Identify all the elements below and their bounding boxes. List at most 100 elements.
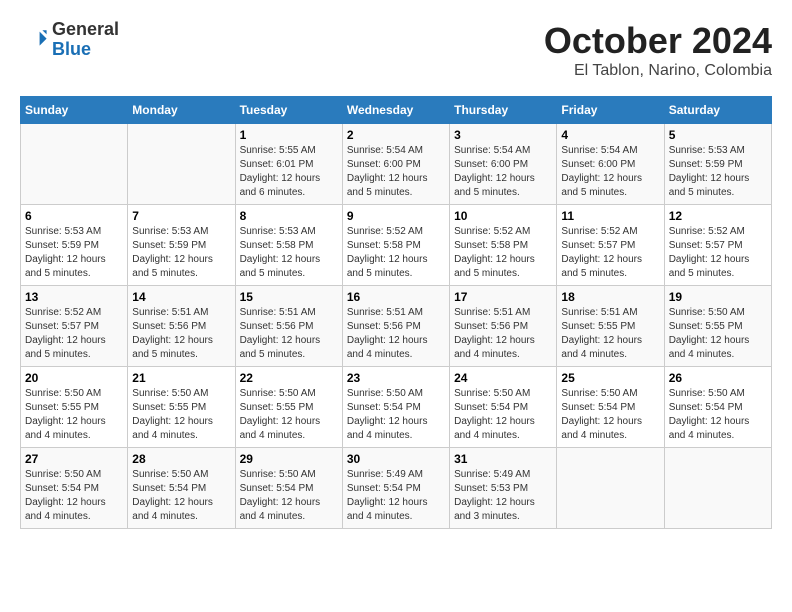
calendar-week-5: 27 Sunrise: 5:50 AM Sunset: 5:54 PM Dayli… xyxy=(21,448,772,529)
day-number: 17 xyxy=(454,290,552,304)
day-info: Sunrise: 5:55 AM Sunset: 6:01 PM Dayligh… xyxy=(240,144,338,200)
calendar-cell: 26 Sunrise: 5:50 AM Sunset: 5:54 PM Dayli… xyxy=(664,367,771,448)
calendar-cell: 20 Sunrise: 5:50 AM Sunset: 5:55 PM Dayli… xyxy=(21,367,128,448)
calendar-cell: 11Sunrise: 5:52 AM Sunset: 5:57 PM Dayli… xyxy=(557,205,664,286)
calendar-table: SundayMondayTuesdayWednesdayThursdayFrid… xyxy=(20,96,772,529)
page-header: General Blue October 2024 El Tablon, Nar… xyxy=(20,20,772,80)
calendar-week-2: 6 Sunrise: 5:53 AM Sunset: 5:59 PM Daylig… xyxy=(21,205,772,286)
calendar-cell: 3Sunrise: 5:54 AM Sunset: 6:00 PM Daylig… xyxy=(450,124,557,205)
day-info: Sunrise: 5:51 AM Sunset: 5:56 PM Dayligh… xyxy=(454,306,552,362)
day-number: 19 xyxy=(669,290,767,304)
day-header-wednesday: Wednesday xyxy=(342,97,449,124)
calendar-cell: 31Sunrise: 5:49 AM Sunset: 5:53 PM Dayli… xyxy=(450,448,557,529)
logo-text: General Blue xyxy=(52,20,119,60)
day-info: Sunrise: 5:51 AM Sunset: 5:56 PM Dayligh… xyxy=(347,306,445,362)
day-number: 9 xyxy=(347,209,445,223)
calendar-cell: 21Sunrise: 5:50 AM Sunset: 5:55 PM Dayli… xyxy=(128,367,235,448)
day-number: 15 xyxy=(240,290,338,304)
day-info: Sunrise: 5:54 AM Sunset: 6:00 PM Dayligh… xyxy=(454,144,552,200)
logo-blue: Blue xyxy=(52,40,119,60)
day-number: 23 xyxy=(347,371,445,385)
day-number: 27 xyxy=(25,452,123,466)
day-info: Sunrise: 5:51 AM Sunset: 5:56 PM Dayligh… xyxy=(240,306,338,362)
day-number: 8 xyxy=(240,209,338,223)
day-info: Sunrise: 5:50 AM Sunset: 5:54 PM Dayligh… xyxy=(454,387,552,443)
day-number: 21 xyxy=(132,371,230,385)
day-number: 2 xyxy=(347,128,445,142)
calendar-cell: 23 Sunrise: 5:50 AM Sunset: 5:54 PM Dayli… xyxy=(342,367,449,448)
day-info: Sunrise: 5:50 AM Sunset: 5:54 PM Dayligh… xyxy=(25,468,123,524)
day-info: Sunrise: 5:54 AM Sunset: 6:00 PM Dayligh… xyxy=(347,144,445,200)
calendar-cell: 10 Sunrise: 5:52 AM Sunset: 5:58 PM Dayli… xyxy=(450,205,557,286)
logo: General Blue xyxy=(20,20,119,60)
day-number: 22 xyxy=(240,371,338,385)
day-info: Sunrise: 5:52 AM Sunset: 5:57 PM Dayligh… xyxy=(25,306,123,362)
day-info: Sunrise: 5:50 AM Sunset: 5:55 PM Dayligh… xyxy=(669,306,767,362)
day-number: 24 xyxy=(454,371,552,385)
day-header-sunday: Sunday xyxy=(21,97,128,124)
day-header-tuesday: Tuesday xyxy=(235,97,342,124)
day-header-thursday: Thursday xyxy=(450,97,557,124)
day-number: 12 xyxy=(669,209,767,223)
day-info: Sunrise: 5:49 AM Sunset: 5:53 PM Dayligh… xyxy=(454,468,552,524)
calendar-week-4: 20 Sunrise: 5:50 AM Sunset: 5:55 PM Dayli… xyxy=(21,367,772,448)
day-info: Sunrise: 5:53 AM Sunset: 5:59 PM Dayligh… xyxy=(669,144,767,200)
day-info: Sunrise: 5:53 AM Sunset: 5:59 PM Dayligh… xyxy=(25,225,123,281)
calendar-cell: 22 Sunrise: 5:50 AM Sunset: 5:55 PM Dayli… xyxy=(235,367,342,448)
header-row: SundayMondayTuesdayWednesdayThursdayFrid… xyxy=(21,97,772,124)
calendar-cell: 25Sunrise: 5:50 AM Sunset: 5:54 PM Dayli… xyxy=(557,367,664,448)
calendar-cell: 13 Sunrise: 5:52 AM Sunset: 5:57 PM Dayli… xyxy=(21,286,128,367)
calendar-cell xyxy=(664,448,771,529)
calendar-cell: 8Sunrise: 5:53 AM Sunset: 5:58 PM Daylig… xyxy=(235,205,342,286)
day-number: 20 xyxy=(25,371,123,385)
day-number: 10 xyxy=(454,209,552,223)
calendar-cell xyxy=(128,124,235,205)
day-number: 25 xyxy=(561,371,659,385)
day-number: 16 xyxy=(347,290,445,304)
location: El Tablon, Narino, Colombia xyxy=(544,62,772,80)
day-info: Sunrise: 5:49 AM Sunset: 5:54 PM Dayligh… xyxy=(347,468,445,524)
day-header-friday: Friday xyxy=(557,97,664,124)
calendar-cell: 7 Sunrise: 5:53 AM Sunset: 5:59 PM Daylig… xyxy=(128,205,235,286)
day-number: 7 xyxy=(132,209,230,223)
day-header-saturday: Saturday xyxy=(664,97,771,124)
calendar-cell: 5 Sunrise: 5:53 AM Sunset: 5:59 PM Daylig… xyxy=(664,124,771,205)
day-number: 5 xyxy=(669,128,767,142)
calendar-cell: 9 Sunrise: 5:52 AM Sunset: 5:58 PM Daylig… xyxy=(342,205,449,286)
day-info: Sunrise: 5:52 AM Sunset: 5:58 PM Dayligh… xyxy=(454,225,552,281)
title-block: October 2024 El Tablon, Narino, Colombia xyxy=(544,20,772,80)
calendar-cell: 17 Sunrise: 5:51 AM Sunset: 5:56 PM Dayli… xyxy=(450,286,557,367)
calendar-cell: 12 Sunrise: 5:52 AM Sunset: 5:57 PM Dayli… xyxy=(664,205,771,286)
calendar-cell: 30 Sunrise: 5:49 AM Sunset: 5:54 PM Dayli… xyxy=(342,448,449,529)
calendar-week-1: 1 Sunrise: 5:55 AM Sunset: 6:01 PM Daylig… xyxy=(21,124,772,205)
calendar-cell: 2 Sunrise: 5:54 AM Sunset: 6:00 PM Daylig… xyxy=(342,124,449,205)
day-info: Sunrise: 5:50 AM Sunset: 5:55 PM Dayligh… xyxy=(240,387,338,443)
day-info: Sunrise: 5:50 AM Sunset: 5:54 PM Dayligh… xyxy=(132,468,230,524)
day-number: 4 xyxy=(561,128,659,142)
day-info: Sunrise: 5:54 AM Sunset: 6:00 PM Dayligh… xyxy=(561,144,659,200)
calendar-cell xyxy=(21,124,128,205)
calendar-cell: 15 Sunrise: 5:51 AM Sunset: 5:56 PM Dayli… xyxy=(235,286,342,367)
day-number: 30 xyxy=(347,452,445,466)
day-info: Sunrise: 5:53 AM Sunset: 5:59 PM Dayligh… xyxy=(132,225,230,281)
day-number: 13 xyxy=(25,290,123,304)
day-number: 6 xyxy=(25,209,123,223)
calendar-cell: 27 Sunrise: 5:50 AM Sunset: 5:54 PM Dayli… xyxy=(21,448,128,529)
calendar-cell: 29Sunrise: 5:50 AM Sunset: 5:54 PM Dayli… xyxy=(235,448,342,529)
day-info: Sunrise: 5:51 AM Sunset: 5:55 PM Dayligh… xyxy=(561,306,659,362)
day-info: Sunrise: 5:50 AM Sunset: 5:55 PM Dayligh… xyxy=(25,387,123,443)
day-info: Sunrise: 5:50 AM Sunset: 5:54 PM Dayligh… xyxy=(347,387,445,443)
day-info: Sunrise: 5:52 AM Sunset: 5:57 PM Dayligh… xyxy=(561,225,659,281)
day-info: Sunrise: 5:52 AM Sunset: 5:58 PM Dayligh… xyxy=(347,225,445,281)
day-info: Sunrise: 5:50 AM Sunset: 5:54 PM Dayligh… xyxy=(669,387,767,443)
day-number: 1 xyxy=(240,128,338,142)
day-info: Sunrise: 5:52 AM Sunset: 5:57 PM Dayligh… xyxy=(669,225,767,281)
calendar-cell: 18 Sunrise: 5:51 AM Sunset: 5:55 PM Dayli… xyxy=(557,286,664,367)
day-number: 18 xyxy=(561,290,659,304)
day-info: Sunrise: 5:51 AM Sunset: 5:56 PM Dayligh… xyxy=(132,306,230,362)
day-number: 28 xyxy=(132,452,230,466)
calendar-cell: 16 Sunrise: 5:51 AM Sunset: 5:56 PM Dayli… xyxy=(342,286,449,367)
day-number: 26 xyxy=(669,371,767,385)
calendar-cell: 14Sunrise: 5:51 AM Sunset: 5:56 PM Dayli… xyxy=(128,286,235,367)
day-info: Sunrise: 5:50 AM Sunset: 5:54 PM Dayligh… xyxy=(240,468,338,524)
